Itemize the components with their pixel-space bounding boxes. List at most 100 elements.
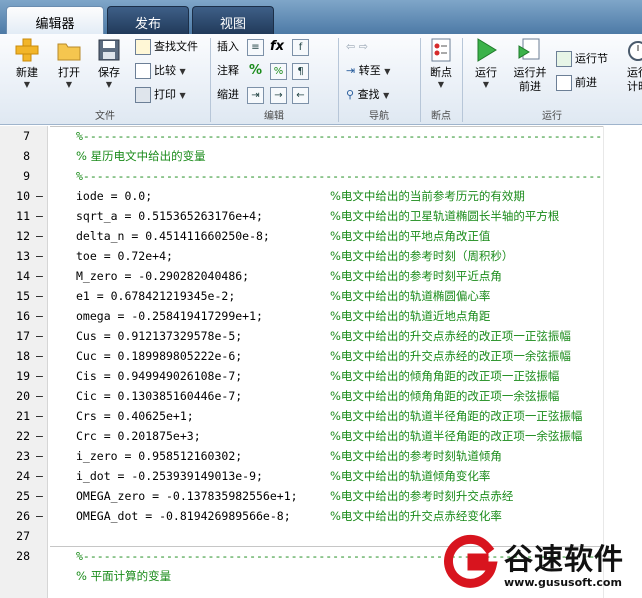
- smart-indent-icon[interactable]: ⇥: [247, 87, 264, 104]
- breakpoint-marker[interactable]: –: [36, 426, 43, 446]
- code-line[interactable]: 18– Cuc = 0.189989805222e-6; %电文中给出的升交点赤经的…: [0, 346, 642, 366]
- edit-group-label: 编辑: [264, 111, 284, 122]
- indent-button[interactable]: 缩进: [217, 85, 239, 105]
- advance-icon: [556, 75, 572, 91]
- save-dropdown-icon: ▼: [105, 80, 113, 89]
- breakpoint-marker[interactable]: –: [36, 406, 43, 426]
- inline-comment: %电文中给出的参考时刻轨道倾角: [330, 449, 502, 463]
- run-and-time-button[interactable]: 运行 计时: [618, 38, 642, 94]
- find-files-button[interactable]: 查找文件: [135, 37, 198, 57]
- breakpoint-marker[interactable]: –: [36, 306, 43, 326]
- code-line[interactable]: 21– Crs = 0.40625e+1; %电文中给出的轨道半径角距的改正项一正弦…: [0, 406, 642, 426]
- inline-comment: %电文中给出的平地点角改正值: [330, 229, 491, 243]
- find-button[interactable]: ⚲ 查找 ▼: [346, 85, 389, 105]
- breakpoints-dropdown-icon: ▼: [437, 80, 445, 89]
- advance-button[interactable]: 前进: [556, 73, 597, 93]
- line-number: 18: [16, 349, 30, 363]
- insert-function-icon[interactable]: f: [292, 39, 309, 56]
- increase-indent-icon[interactable]: →: [270, 87, 287, 104]
- insert-button[interactable]: 插入: [217, 37, 239, 57]
- code-line[interactable]: 13– toe = 0.72e+4; %电文中给出的参考时刻（周积秒）: [0, 246, 642, 266]
- fx-button[interactable]: fx: [270, 37, 284, 57]
- wrap-comments-icon[interactable]: ¶: [292, 63, 309, 80]
- watermark-url: www.gususoft.com: [504, 576, 622, 589]
- run-section-button[interactable]: 运行节: [556, 49, 608, 69]
- breakpoint-marker[interactable]: –: [36, 366, 43, 386]
- breakpoint-marker[interactable]: –: [36, 206, 43, 226]
- comment-text: %---------------------------------------…: [76, 129, 603, 143]
- code-line[interactable]: 25– OMEGA_zero = -0.137835982556e+1; %电文中给…: [0, 486, 642, 506]
- breakpoint-marker[interactable]: –: [36, 226, 43, 246]
- inline-comment: %电文中给出的轨道半径角距的改正项一正弦振幅: [330, 409, 583, 423]
- save-button[interactable]: 保存 ▼: [90, 38, 128, 90]
- code-line[interactable]: 8 % 星历电文中给出的变量: [0, 146, 642, 166]
- goto-button[interactable]: ⇥ 转至 ▼: [346, 61, 390, 81]
- code-line[interactable]: 7 %--------------------------------------…: [0, 126, 642, 146]
- compare-button[interactable]: 比较 ▼: [135, 61, 186, 81]
- inline-comment: %电文中给出的参考时刻平近点角: [330, 269, 502, 283]
- breakpoint-marker[interactable]: –: [36, 246, 43, 266]
- breakpoint-marker[interactable]: –: [36, 506, 43, 526]
- line-number: 10: [16, 189, 30, 203]
- code-line[interactable]: 15– e1 = 0.678421219345e-2; %电文中给出的轨道椭圆偏心率: [0, 286, 642, 306]
- code-line[interactable]: 14– M_zero = -0.290282040486; %电文中给出的参考时刻平…: [0, 266, 642, 286]
- line-number: 19: [16, 369, 30, 383]
- code-text: Cis = 0.949949026108e-7;: [76, 369, 243, 383]
- code-line[interactable]: 9 %--------------------------------------…: [0, 166, 642, 186]
- inline-comment: %电文中给出的升交点赤经的改正项一正弦振幅: [330, 329, 571, 343]
- code-editor[interactable]: 7 %--------------------------------------…: [0, 126, 642, 598]
- breakpoint-marker[interactable]: –: [36, 186, 43, 206]
- tab-publish[interactable]: 发布: [107, 6, 189, 34]
- code-line[interactable]: 19– Cis = 0.949949026108e-7; %电文中给出的倾角角距的改…: [0, 366, 642, 386]
- line-number: 8: [23, 149, 30, 163]
- back-forward-buttons[interactable]: ⇦ ⇨: [346, 37, 368, 57]
- code-line[interactable]: 16– omega = -0.258419417299e+1; %电文中给出的轨道近…: [0, 306, 642, 326]
- new-button[interactable]: 新建 ▼: [8, 38, 46, 90]
- print-dropdown-icon: ▼: [179, 91, 186, 100]
- comment-button[interactable]: 注释: [217, 61, 239, 81]
- breakpoint-marker[interactable]: –: [36, 266, 43, 286]
- comment-text: % 平面计算的变量: [76, 569, 172, 583]
- comment-percent-button[interactable]: %: [249, 61, 262, 81]
- run-section-label: 运行节: [575, 52, 608, 65]
- print-button[interactable]: 打印 ▼: [135, 85, 186, 105]
- breakpoint-marker[interactable]: –: [36, 386, 43, 406]
- tab-editor[interactable]: 编辑器: [6, 6, 104, 34]
- code-line[interactable]: 23– i_zero = 0.958512160302; %电文中给出的参考时刻轨道…: [0, 446, 642, 466]
- open-button[interactable]: 打开 ▼: [50, 38, 88, 90]
- breakpoint-marker[interactable]: –: [36, 326, 43, 346]
- code-line[interactable]: 10– iode = 0.0; %电文中给出的当前参考历元的有效期: [0, 186, 642, 206]
- decrease-indent-icon[interactable]: ←: [292, 87, 309, 104]
- code-text: iode = 0.0;: [76, 189, 153, 203]
- insert-section-icon[interactable]: ≡: [247, 39, 264, 56]
- code-text: i_zero = 0.958512160302;: [76, 449, 243, 463]
- tab-view[interactable]: 视图: [192, 6, 274, 34]
- insert-label: 插入: [217, 40, 239, 53]
- uncomment-icon[interactable]: %: [270, 63, 287, 80]
- code-line[interactable]: 17– Cus = 0.912137329578e-5; %电文中给出的升交点赤经的…: [0, 326, 642, 346]
- save-label: 保存: [98, 66, 120, 79]
- inline-comment: %电文中给出的轨道椭圆偏心率: [330, 289, 491, 303]
- breakpoint-marker[interactable]: –: [36, 446, 43, 466]
- run-time-label-2: 计时: [627, 80, 642, 93]
- breakpoints-button[interactable]: 断点 ▼: [422, 38, 460, 90]
- code-line[interactable]: 20– Cic = 0.130385160446e-7; %电文中给出的倾角角距的改…: [0, 386, 642, 406]
- watermark-name: 谷速软件: [504, 542, 625, 576]
- breakpoint-marker[interactable]: –: [36, 286, 43, 306]
- line-number: 17: [16, 329, 30, 343]
- code-text: toe = 0.72e+4;: [76, 249, 173, 263]
- breakpoint-marker[interactable]: –: [36, 466, 43, 486]
- code-line[interactable]: 22– Crc = 0.201875e+3; %电文中给出的轨道半径角距的改正项一余…: [0, 426, 642, 446]
- run-label: 运行: [475, 66, 497, 79]
- inline-comment: %电文中给出的卫星轨道椭圆长半轴的平方根: [330, 209, 560, 223]
- run-button[interactable]: 运行 ▼: [467, 38, 505, 90]
- run-and-advance-button[interactable]: 运行并 前进: [508, 38, 552, 94]
- run-group-label: 运行: [542, 111, 562, 122]
- inline-comment: %电文中给出的轨道倾角变化率: [330, 469, 491, 483]
- breakpoint-marker[interactable]: –: [36, 346, 43, 366]
- code-line[interactable]: 11– sqrt_a = 0.515365263176e+4; %电文中给出的卫星轨…: [0, 206, 642, 226]
- code-line[interactable]: 24– i_dot = -0.253939149013e-9; %电文中给出的轨道倾…: [0, 466, 642, 486]
- code-line[interactable]: 26– OMEGA_dot = -0.819426989566e-8; %电文中给出…: [0, 506, 642, 526]
- code-line[interactable]: 12– delta_n = 0.451411660250e-8; %电文中给出的平地…: [0, 226, 642, 246]
- breakpoint-marker[interactable]: –: [36, 486, 43, 506]
